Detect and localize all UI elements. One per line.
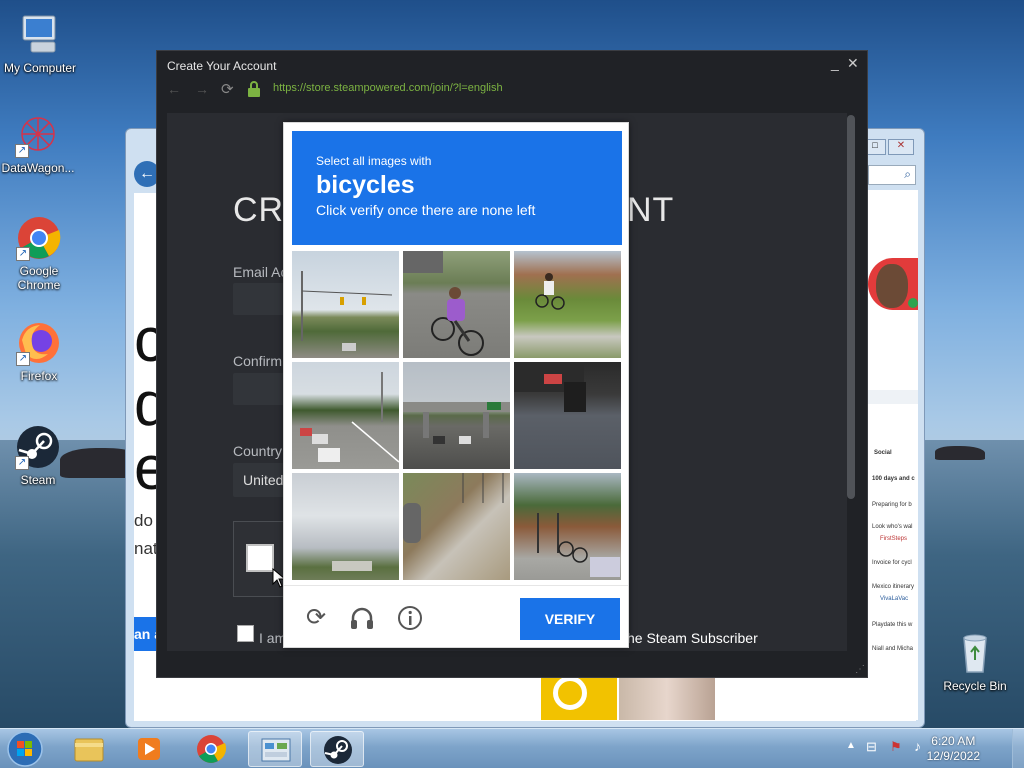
lock-icon (247, 81, 261, 102)
firefox-icon: ↗ (16, 320, 62, 366)
feed-item[interactable]: Invoice for cycl (872, 560, 912, 566)
desktop-icon-google-chrome[interactable]: ↗ Google Chrome (0, 215, 79, 292)
reload-icon[interactable]: ⟳ (221, 80, 234, 98)
back-arrow-icon[interactable]: ← (167, 81, 181, 97)
shortcut-arrow-icon: ↗ (16, 352, 30, 366)
feed-item[interactable]: Mexico itinerary (872, 584, 914, 590)
taskbar-steam[interactable] (310, 731, 364, 767)
taskbar: ▲ ⊟ ⚑ ♪ 6:20 AM 12/9/2022 (0, 728, 1024, 768)
desktop-icon-my-computer[interactable]: My Computer (0, 12, 80, 75)
captcha-instruction: Select all images with (316, 154, 432, 168)
desktop-icon-label: My Computer (3, 61, 77, 75)
feed-item[interactable]: FirstSteps (880, 536, 907, 542)
scrollbar-thumb[interactable] (847, 115, 855, 499)
background-feed-panel: Social 100 days and c Preparing for b Lo… (868, 190, 918, 720)
desktop-icon-label: DataWagon... (1, 161, 75, 175)
resize-grip-icon[interactable]: ⋰ (855, 664, 865, 675)
window-title: Create Your Account (167, 59, 277, 73)
feed-divider (868, 390, 918, 404)
agree-checkbox[interactable] (237, 625, 254, 642)
background-thumbnail-search (541, 676, 617, 720)
agree-text-suffix: he Steam Subscriber (627, 630, 758, 646)
captcha-tile-car-bumper[interactable] (514, 362, 621, 469)
captcha-target-word: bicycles (316, 171, 415, 199)
forward-arrow-icon[interactable]: → (195, 81, 209, 97)
taskbar-chrome[interactable] (184, 731, 238, 767)
feed-item[interactable]: Preparing for b (872, 502, 912, 508)
taskbar-file-explorer[interactable] (62, 731, 116, 767)
feed-item[interactable]: Niall and Micha (872, 646, 913, 652)
verify-button[interactable]: VERIFY (520, 598, 620, 640)
captcha-tile-road-cars[interactable] (292, 362, 399, 469)
page-heading-left: CR (233, 191, 285, 229)
network-icon[interactable]: ⊟ (866, 739, 877, 755)
desktop-icon-label: Recycle Bin (943, 679, 1007, 693)
captcha-tile-cyclist-sidewalk[interactable] (514, 251, 621, 358)
close-button[interactable]: ✕ (847, 55, 859, 72)
desktop-icon-label: Firefox (20, 369, 58, 383)
taskbar-control-panel[interactable] (248, 731, 302, 767)
desktop-icon-steam[interactable]: ↗ Steam (0, 424, 78, 487)
captcha-subinstruction: Click verify once there are none left (316, 202, 536, 218)
captcha-tile-cyclist-purple-shirt[interactable] (403, 251, 510, 358)
shortcut-arrow-icon: ↗ (15, 144, 29, 158)
refresh-icon[interactable]: ⟳ (302, 604, 330, 632)
desktop-icon-firefox[interactable]: ↗ Firefox (0, 320, 79, 383)
desktop-icon-datawagon[interactable]: ↗ DataWagon... (0, 112, 78, 175)
chrome-icon: ↗ (16, 215, 62, 261)
feed-item[interactable]: VivaLaVac (880, 596, 908, 602)
captcha-tile-sidewalk-fence[interactable] (403, 473, 510, 580)
recycle-bin-icon (952, 630, 998, 676)
background-side-text: do nat (134, 507, 158, 563)
page-heading-right: NT (627, 191, 675, 229)
recaptcha-checkbox[interactable] (246, 544, 274, 572)
info-icon[interactable] (396, 604, 424, 632)
shortcut-arrow-icon: ↗ (16, 247, 30, 261)
confirm-email-label: Confirm (233, 353, 283, 369)
desktop-icon-recycle-bin[interactable]: Recycle Bin (935, 630, 1015, 693)
system-clock[interactable]: 6:20 AM 12/9/2022 (927, 734, 980, 764)
url-bar: ← → ⟳ https://store.steampowered.com/joi… (157, 79, 867, 101)
captcha-tile-bicycle-fence[interactable] (514, 473, 621, 580)
desktop-icon-label: Google Chrome (17, 264, 61, 292)
minimize-button[interactable]: _ (831, 55, 839, 71)
avatar (868, 258, 918, 310)
show-hidden-icons-icon[interactable]: ▲ (846, 740, 856, 751)
captcha-tile-cloudy-sky[interactable] (292, 473, 399, 580)
side-text-line: nat (134, 539, 158, 558)
action-center-icon[interactable]: ⚑ (890, 739, 902, 755)
captcha-prompt: Select all images with bicycles Click ve… (292, 131, 622, 245)
audio-challenge-icon[interactable] (348, 604, 376, 632)
email-label: Email Ac (233, 264, 288, 280)
feed-heading: Social (874, 450, 892, 456)
close-icon[interactable]: ✕ (888, 139, 914, 155)
volume-icon[interactable]: ♪ (914, 738, 921, 754)
feed-item[interactable]: 100 days and c (872, 476, 915, 482)
computer-icon (17, 12, 63, 58)
captcha-challenge-dialog: Select all images with bicycles Click ve… (283, 122, 629, 648)
taskbar-media-player[interactable] (122, 731, 176, 767)
captcha-tile-road-intersection[interactable] (292, 251, 399, 358)
captcha-footer: ⟳ VERIFY (284, 585, 628, 649)
search-box[interactable]: ⌕ (868, 165, 916, 185)
clock-date: 12/9/2022 (926, 749, 980, 763)
desktop-rock (935, 446, 985, 460)
shortcut-arrow-icon: ↗ (15, 456, 29, 470)
clock-time: 6:20 AM (931, 734, 976, 748)
side-text-line: do (134, 511, 153, 530)
background-thumbnail-photo (619, 678, 715, 720)
start-button[interactable] (4, 730, 46, 768)
feed-item[interactable]: Playdate this w (872, 622, 912, 628)
search-icon: ⌕ (904, 167, 911, 181)
steam-icon: ↗ (15, 424, 61, 470)
desktop-icon-label: Steam (20, 473, 56, 487)
datawagon-icon: ↗ (15, 112, 61, 158)
url-text[interactable]: https://store.steampowered.com/join/?l=e… (273, 82, 503, 94)
country-label: Country (233, 443, 283, 459)
show-desktop-button[interactable] (1012, 729, 1024, 768)
feed-item[interactable]: Look who's wal (872, 524, 913, 530)
captcha-tile-overpass[interactable] (403, 362, 510, 469)
